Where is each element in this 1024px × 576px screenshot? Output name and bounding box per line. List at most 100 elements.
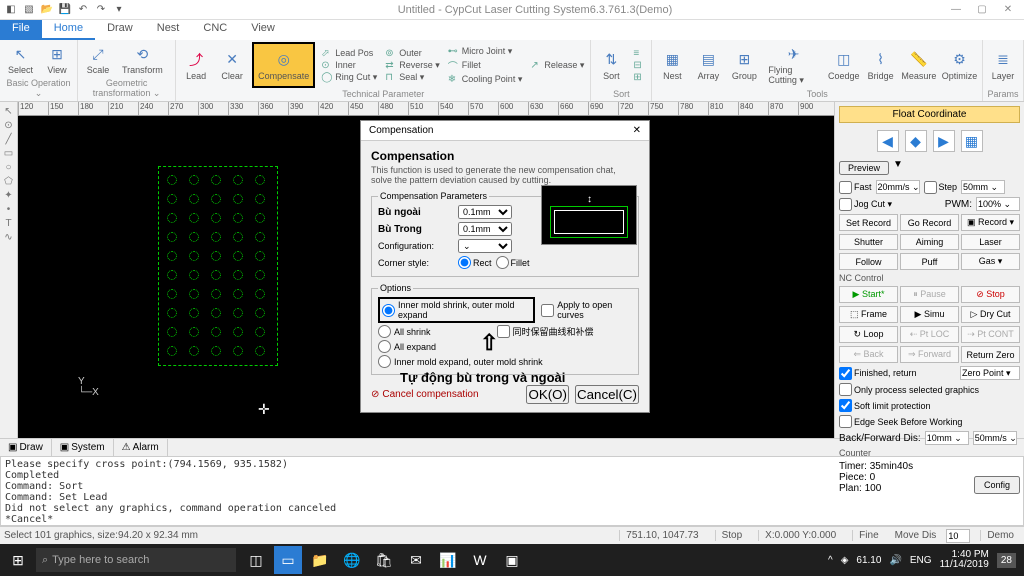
qat-undo-icon[interactable]: ↶	[76, 3, 90, 17]
view-button[interactable]: ⊞View	[41, 42, 73, 77]
array-button[interactable]: ▤Array	[692, 42, 724, 88]
gas-button[interactable]: Gas ▾	[961, 253, 1020, 270]
stop-button[interactable]: ⊘ Stop	[961, 286, 1020, 303]
inner-item[interactable]: ⊙Inner	[319, 60, 379, 71]
simu-button[interactable]: ▶ Simu	[900, 306, 959, 323]
bf-dis-input[interactable]	[925, 431, 969, 445]
explorer-icon[interactable]: 📁	[306, 546, 334, 574]
reverse-item[interactable]: ⇄Reverse ▾	[383, 60, 442, 71]
compensate-button[interactable]: ◎Compensate	[252, 42, 315, 88]
leadpos-item[interactable]: ⬀Lead Pos	[319, 48, 379, 59]
nest-button[interactable]: ▦Nest	[656, 42, 688, 88]
arrow-left-button[interactable]: ◀	[877, 130, 899, 152]
loop-button[interactable]: ↻ Loop	[839, 326, 898, 343]
back-button[interactable]: ⇐ Back	[839, 346, 898, 363]
tab-file[interactable]: File	[0, 20, 42, 40]
edgeseek-checkbox[interactable]	[839, 415, 852, 428]
follow-button[interactable]: Follow	[839, 253, 898, 270]
dialog-close-icon[interactable]: ✕	[633, 125, 641, 136]
edge-icon[interactable]: 🌐	[338, 546, 366, 574]
bridge-button[interactable]: ⌇Bridge	[865, 42, 897, 88]
qat-new-icon[interactable]: ▧	[22, 3, 36, 17]
cooling-item[interactable]: ❄Cooling Point ▾	[446, 74, 525, 85]
tool-star-icon[interactable]: ✦	[4, 190, 12, 201]
scale-button[interactable]: ⤢Scale	[82, 42, 114, 77]
config-button[interactable]: Config	[974, 476, 1020, 494]
ptcont-button[interactable]: ⇢ Pt CONT	[961, 326, 1020, 343]
tray-lang[interactable]: ENG	[910, 555, 932, 566]
opt4-radio[interactable]	[378, 355, 391, 368]
tool-line-icon[interactable]: ╱	[5, 134, 11, 145]
tray-up-icon[interactable]: ^	[828, 555, 833, 566]
cancel-compensation-link[interactable]: ⊘Cancel compensation	[371, 389, 479, 400]
optimize-button[interactable]: ⚙Optimize	[941, 42, 978, 88]
tool-circle-icon[interactable]: ○	[5, 162, 11, 173]
tab-draw-bottom[interactable]: ▣Draw	[0, 439, 52, 456]
tab-nest[interactable]: Nest	[145, 20, 192, 40]
tool-node-icon[interactable]: ⊙	[4, 120, 12, 131]
qat-save-icon[interactable]: 💾	[58, 3, 72, 17]
inner-select[interactable]: 0.1mm ⌄	[458, 222, 512, 236]
taskbar-search[interactable]: ⌕Type here to search	[36, 548, 236, 572]
ok-button[interactable]: OK(O)	[526, 385, 569, 404]
jog-checkbox[interactable]	[839, 198, 852, 211]
microjoint-item[interactable]: ⊷Micro Joint ▾	[446, 46, 525, 57]
corner-rect-radio[interactable]	[458, 256, 471, 269]
qat-drop-icon[interactable]: ▾	[112, 3, 126, 17]
opt2-radio[interactable]	[378, 325, 391, 338]
app3-icon[interactable]: ▣	[498, 546, 526, 574]
record-button[interactable]: ▣ Record ▾	[961, 214, 1020, 231]
sort-button[interactable]: ⇅Sort	[595, 42, 627, 88]
qat-open-icon[interactable]: 📂	[40, 3, 54, 17]
arrow-right-button[interactable]: ▶	[933, 130, 955, 152]
outer-select[interactable]: 0.1mm ⌄	[458, 205, 512, 219]
preview-button[interactable]: Preview	[839, 161, 889, 175]
tab-cnc[interactable]: CNC	[191, 20, 239, 40]
aiming-button[interactable]: Aiming	[900, 234, 959, 250]
status-fine[interactable]: Fine	[852, 530, 884, 541]
flying-button[interactable]: ✈Flying Cutting ▾	[764, 42, 823, 88]
tool-text-icon[interactable]: T	[5, 218, 11, 229]
bf-spd-input[interactable]	[973, 431, 1017, 445]
opt1-radio[interactable]	[382, 304, 395, 317]
tab-home[interactable]: Home	[42, 20, 95, 40]
lead-button[interactable]: ⤴Lead	[180, 42, 212, 88]
opt1b-checkbox[interactable]	[541, 304, 554, 317]
app-icon[interactable]: ▭	[274, 546, 302, 574]
arrow-center-button[interactable]: ◆	[905, 130, 927, 152]
ptloc-button[interactable]: ⇠ Pt LOC	[900, 326, 959, 343]
word-icon[interactable]: W	[466, 546, 494, 574]
start-button[interactable]: ⊞	[0, 552, 36, 569]
opt3-radio[interactable]	[378, 340, 391, 353]
tray-vol-icon[interactable]: 🔊	[889, 555, 901, 566]
step-input[interactable]	[961, 180, 1005, 194]
qat-redo-icon[interactable]: ↷	[94, 3, 108, 17]
shutter-button[interactable]: Shutter	[839, 234, 898, 250]
drycut-button[interactable]: ▷ Dry Cut	[961, 306, 1020, 323]
app2-icon[interactable]: 📊	[434, 546, 462, 574]
fast-input[interactable]	[876, 180, 920, 194]
gorecord-button[interactable]: Go Record	[900, 214, 959, 231]
fast-checkbox[interactable]	[839, 181, 852, 194]
mail-icon[interactable]: ✉	[402, 546, 430, 574]
tool-rect-icon[interactable]: ▭	[4, 148, 13, 159]
qat-icon[interactable]: ◧	[4, 3, 18, 17]
tab-system-bottom[interactable]: ▣System	[52, 439, 114, 456]
zeropoint-input[interactable]	[960, 366, 1020, 380]
pwm-input[interactable]	[976, 197, 1020, 211]
tab-view[interactable]: View	[239, 20, 287, 40]
returnzero-button[interactable]: Return Zero	[961, 346, 1020, 363]
transform-button[interactable]: ⟲Transform	[118, 42, 167, 77]
settings-icon[interactable]: ✕	[996, 4, 1020, 15]
frame-button[interactable]: ⬚ Frame	[839, 306, 898, 323]
release-item[interactable]: ↗Release ▾	[528, 60, 586, 71]
tool-poly-icon[interactable]: ⬠	[4, 176, 13, 187]
coedge-button[interactable]: ◫Coedge	[827, 42, 861, 88]
tray-net-icon[interactable]: ◈	[841, 555, 849, 566]
tab-alarm-bottom[interactable]: ⚠Alarm	[114, 439, 168, 456]
layer-button[interactable]: ≣Layer	[987, 42, 1019, 88]
select-button[interactable]: ↖Select	[4, 42, 37, 77]
corner-fillet-radio[interactable]	[496, 256, 509, 269]
store-icon[interactable]: 🛍	[370, 546, 398, 574]
cancel-button[interactable]: Cancel(C)	[575, 385, 639, 404]
